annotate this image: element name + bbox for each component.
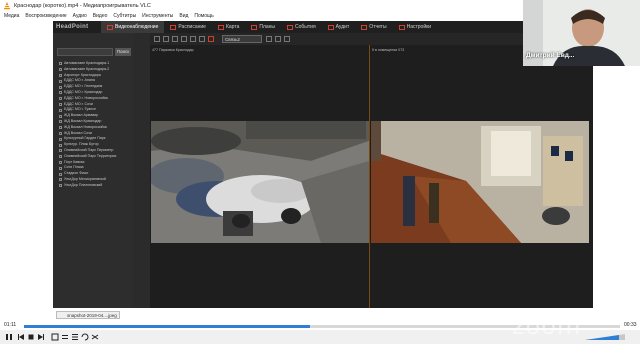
- previous-icon[interactable]: [17, 333, 25, 341]
- vlc-cone-icon: [3, 2, 11, 10]
- vlc-menu-bar: Медиа Воспроизведение Аудио Видео Субтит…: [0, 12, 540, 21]
- hallway-camera-feed[interactable]: [371, 121, 589, 243]
- monitor-icon: [107, 24, 113, 30]
- record-icon[interactable]: [208, 36, 214, 42]
- tab-label: Настройки: [406, 24, 432, 30]
- camera-search-input[interactable]: [57, 48, 113, 56]
- map-icon: [217, 24, 224, 30]
- checkbox-icon[interactable]: [59, 73, 62, 77]
- checkbox-icon[interactable]: [59, 68, 62, 72]
- plan-icon: [251, 24, 258, 30]
- parking-camera-feed[interactable]: [151, 121, 369, 243]
- checkbox-icon[interactable]: [59, 178, 62, 182]
- zoom-watermark: zoom: [512, 312, 582, 340]
- camera-name: УльтДор Платоновский: [64, 182, 103, 187]
- zoom-participant-name: Дмитрий Евд...: [526, 52, 575, 59]
- snapshot-icon[interactable]: [199, 36, 205, 42]
- window-title: Краснодар (коротко).mp4 - Медиапроигрыва…: [14, 3, 151, 9]
- menu-video[interactable]: Видео: [93, 12, 108, 21]
- tab-audit[interactable]: Аудит: [322, 21, 356, 33]
- tab-reports[interactable]: Отчеты: [355, 21, 392, 33]
- layout-16-icon[interactable]: [181, 36, 187, 42]
- checkbox-icon[interactable]: [59, 97, 62, 101]
- tab-label: Планы: [259, 24, 276, 30]
- menu-subtitles[interactable]: Субтитры: [113, 12, 136, 21]
- time-elapsed: 01:11: [4, 322, 17, 328]
- fullscreen-icon[interactable]: [51, 333, 59, 341]
- checkbox-icon[interactable]: [59, 184, 62, 188]
- audit-icon: [327, 24, 334, 30]
- layout-1-icon[interactable]: [154, 36, 160, 42]
- checkbox-icon[interactable]: [59, 172, 62, 176]
- camera-group-select[interactable]: Связь2: [222, 35, 262, 43]
- menu-view[interactable]: Вид: [179, 12, 188, 21]
- playlist-icon[interactable]: [71, 333, 79, 341]
- tab-label: Видеонаблюдение: [115, 24, 159, 30]
- checkbox-icon[interactable]: [59, 120, 62, 124]
- loop-icon[interactable]: [81, 333, 89, 341]
- next-icon[interactable]: [37, 333, 45, 341]
- time-total: 00:33: [624, 322, 637, 328]
- checkbox-icon[interactable]: [59, 91, 62, 95]
- checkbox-icon[interactable]: [59, 166, 62, 170]
- events-icon: [287, 24, 294, 30]
- volume-slider[interactable]: [585, 334, 625, 340]
- checkbox-icon[interactable]: [59, 62, 62, 66]
- checkbox-icon[interactable]: [59, 114, 62, 118]
- checkbox-icon[interactable]: [59, 155, 62, 159]
- tab-label: Расписание: [178, 24, 206, 30]
- tab-label: Отчеты: [369, 24, 387, 30]
- checkbox-icon[interactable]: [59, 108, 62, 112]
- tab-schedule[interactable]: Расписание: [164, 21, 212, 33]
- menu-playback[interactable]: Воспроизведение: [25, 12, 66, 21]
- headpoint-top-bar: HeadPoint Видеонаблюдение Расписание Кар…: [53, 21, 593, 33]
- fullscreen-icon[interactable]: [190, 36, 196, 42]
- tab-label: Карта: [225, 24, 240, 30]
- tab-video-surveillance[interactable]: Видеонаблюдение: [101, 21, 165, 33]
- tab-label: События: [295, 24, 316, 30]
- camera-list: Автомагазин Краснодара-1 Автомагазин Кра…: [59, 61, 133, 189]
- calendar-icon: [170, 24, 177, 30]
- camera-sidebar: Поиск Автомагазин Краснодара-1 Автомагаз…: [53, 33, 133, 308]
- checkbox-icon[interactable]: [59, 143, 62, 147]
- camera-label-2: 5 в помещении 073: [372, 48, 405, 52]
- menu-tools[interactable]: Инструменты: [142, 12, 173, 21]
- tab-plans[interactable]: Планы: [245, 21, 281, 33]
- layout-9-icon[interactable]: [172, 36, 178, 42]
- download-item[interactable]: snapshot-2019-04....jpeg: [56, 311, 120, 319]
- list-item[interactable]: УльтДор Платоновский: [59, 183, 133, 189]
- checkbox-icon[interactable]: [59, 137, 62, 141]
- delete-icon[interactable]: [284, 36, 290, 42]
- tab-settings[interactable]: Настройки: [393, 21, 438, 33]
- tab-events[interactable]: События: [281, 21, 322, 33]
- pause-icon[interactable]: [5, 333, 13, 341]
- layout-4-icon[interactable]: [163, 36, 169, 42]
- stop-icon[interactable]: [27, 333, 35, 341]
- checkbox-icon[interactable]: [59, 79, 62, 83]
- tab-label: Аудит: [335, 24, 350, 30]
- checkbox-icon[interactable]: [59, 102, 62, 106]
- headpoint-logo: HeadPoint: [56, 24, 89, 30]
- edit-icon[interactable]: [275, 36, 281, 42]
- shuffle-icon[interactable]: [91, 333, 99, 341]
- search-button[interactable]: Поиск: [115, 48, 131, 56]
- tab-map[interactable]: Карта: [212, 21, 245, 33]
- checkbox-icon[interactable]: [59, 149, 62, 153]
- seek-bar-progress: [24, 325, 311, 328]
- gear-icon: [398, 24, 405, 30]
- menu-help[interactable]: Помощь: [194, 12, 213, 21]
- menu-audio[interactable]: Аудио: [73, 12, 87, 21]
- checkbox-icon[interactable]: [59, 160, 62, 164]
- checkbox-icon[interactable]: [59, 85, 62, 89]
- camera-label-1: 477 Парковка Краснодар: [152, 48, 194, 52]
- camera-divider: [369, 45, 370, 308]
- bottom-strip: [0, 344, 640, 360]
- extended-settings-icon[interactable]: [61, 333, 69, 341]
- add-icon[interactable]: [266, 36, 272, 42]
- reports-icon: [361, 24, 368, 30]
- checkbox-icon[interactable]: [59, 126, 62, 130]
- menu-media[interactable]: Медиа: [4, 12, 19, 21]
- checkbox-icon[interactable]: [59, 131, 62, 135]
